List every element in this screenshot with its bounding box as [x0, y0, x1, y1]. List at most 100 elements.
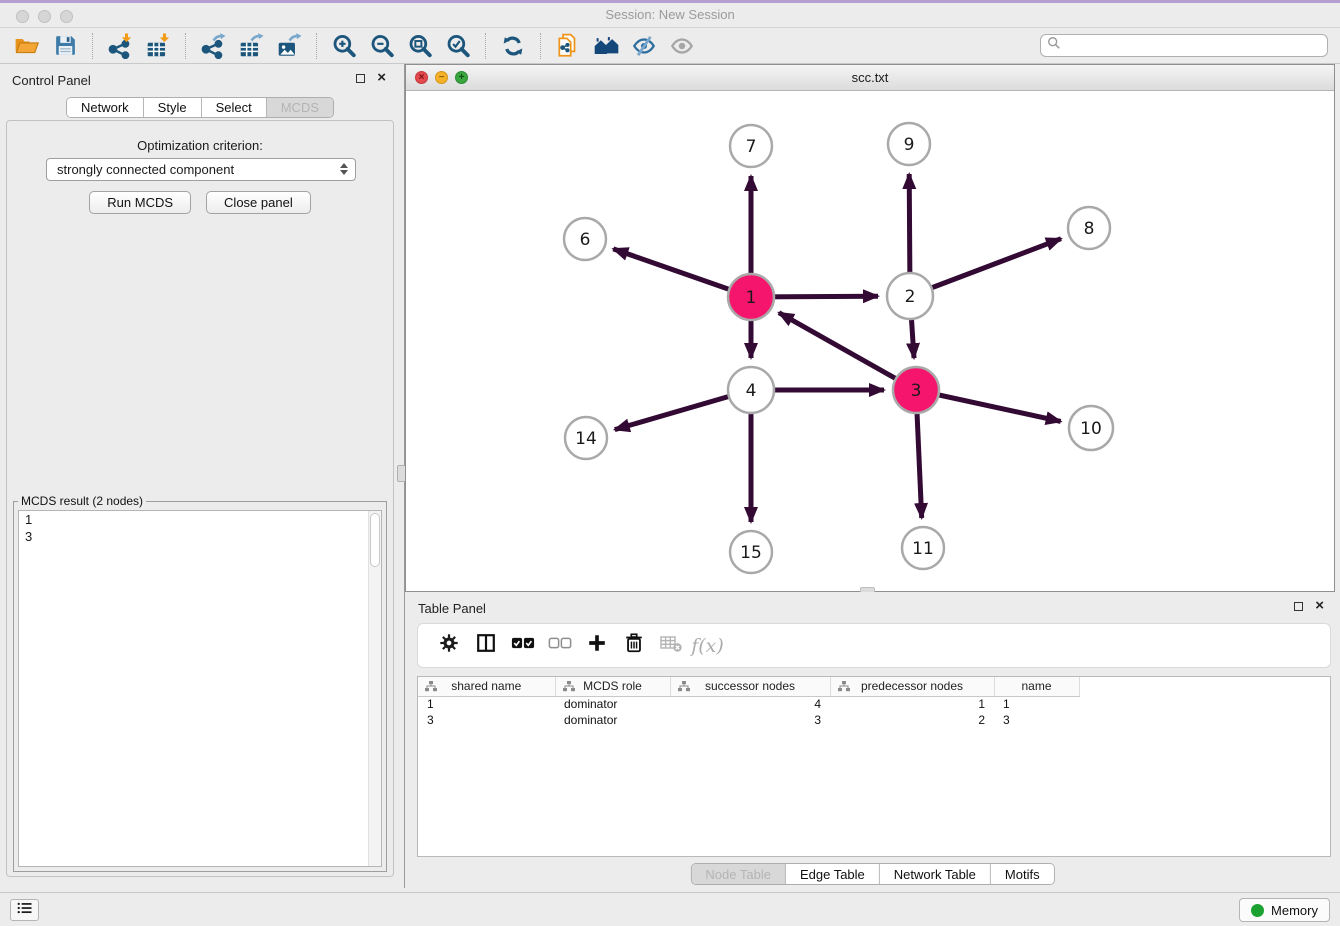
- export-table-button[interactable]: [232, 31, 270, 61]
- task-history-button[interactable]: [10, 899, 39, 921]
- graph-node-label: 6: [580, 230, 591, 250]
- save-session-button[interactable]: [46, 31, 84, 61]
- node-table: shared nameMCDS rolesuccessor nodesprede…: [418, 677, 1080, 728]
- home-icon: [593, 32, 620, 59]
- tab-edge-table[interactable]: Edge Table: [786, 864, 880, 884]
- graph-node-label: 4: [746, 381, 757, 401]
- import-table-button[interactable]: [139, 31, 177, 61]
- network-window-titlebar[interactable]: × − + scc.txt: [406, 65, 1334, 91]
- mcds-result-title: MCDS result (2 nodes): [18, 494, 146, 508]
- table-cell: 1: [994, 696, 1079, 712]
- scrollbar[interactable]: [368, 511, 381, 866]
- network-graph: 1234678910111415: [406, 91, 1334, 591]
- mcds-result-item[interactable]: 1: [19, 511, 381, 528]
- memory-status-icon: [1251, 904, 1264, 917]
- mcds-result-item[interactable]: 3: [19, 528, 381, 545]
- table-toolbar: f(x): [417, 623, 1331, 668]
- home-button[interactable]: [587, 31, 625, 61]
- float-table-panel-icon[interactable]: [1294, 602, 1303, 611]
- import-table-icon: [145, 33, 171, 59]
- zoom-fit-icon: [407, 33, 433, 59]
- control-panel: Control Panel × NetworkStyleSelectMCDS O…: [0, 64, 400, 880]
- select-stepper-icon: [340, 163, 348, 175]
- criterion-select[interactable]: strongly connected component: [46, 158, 356, 181]
- import-network-icon: [107, 33, 133, 59]
- column-header-shared-name[interactable]: shared name: [418, 677, 555, 696]
- memory-label: Memory: [1271, 903, 1318, 918]
- search-field[interactable]: [1040, 34, 1328, 57]
- list-icon: [16, 901, 33, 920]
- status-bar: Memory: [0, 892, 1340, 926]
- table-cell: 1: [418, 696, 555, 712]
- node-table-container: shared nameMCDS rolesuccessor nodesprede…: [417, 676, 1331, 857]
- network-canvas[interactable]: 1234678910111415: [406, 91, 1334, 591]
- trash-icon: [623, 632, 645, 659]
- main-toolbar: [0, 28, 1340, 64]
- table-panel: Table Panel × f(x) shared nameMCDS roles…: [405, 592, 1340, 888]
- toolbar-separator: [316, 33, 317, 59]
- zoom-selected-icon: [445, 33, 471, 59]
- close-panel-icon[interactable]: ×: [377, 72, 386, 84]
- optimization-criterion-label: Optimization criterion:: [7, 138, 393, 153]
- table-cell: 3: [670, 712, 830, 728]
- zoom-selected-button[interactable]: [439, 31, 477, 61]
- export-image-button[interactable]: [270, 31, 308, 61]
- search-icon: [1047, 36, 1061, 55]
- memory-button[interactable]: Memory: [1239, 898, 1330, 922]
- table-row[interactable]: 3dominator323: [418, 712, 1079, 728]
- column-header-successor-nodes[interactable]: successor nodes: [670, 677, 830, 696]
- tab-node-table[interactable]: Node Table: [691, 864, 786, 884]
- mcds-tab-content: Optimization criterion: strongly connect…: [6, 120, 394, 877]
- delete-table-button[interactable]: [652, 630, 689, 662]
- run-mcds-button[interactable]: Run MCDS: [89, 191, 191, 214]
- delete-table-icon: [659, 632, 683, 659]
- column-header-name[interactable]: name: [994, 677, 1079, 696]
- export-network-button[interactable]: [194, 31, 232, 61]
- tab-select[interactable]: Select: [202, 98, 267, 117]
- zoom-out-icon: [369, 33, 395, 59]
- add-column-button[interactable]: [578, 630, 615, 662]
- zoom-fit-button[interactable]: [401, 31, 439, 61]
- zoom-in-button[interactable]: [325, 31, 363, 61]
- float-panel-icon[interactable]: [356, 74, 365, 83]
- deselect-all-button[interactable]: [541, 630, 578, 662]
- toolbar-separator: [185, 33, 186, 59]
- table-mode-button[interactable]: [467, 630, 504, 662]
- refresh-layout-button[interactable]: [494, 31, 532, 61]
- show-panel-button[interactable]: [663, 31, 701, 61]
- tab-style[interactable]: Style: [144, 98, 202, 117]
- tab-network-table[interactable]: Network Table: [880, 864, 991, 884]
- table-settings-button[interactable]: [430, 630, 467, 662]
- column-header-predecessor-nodes[interactable]: predecessor nodes: [830, 677, 994, 696]
- tab-motifs[interactable]: Motifs: [991, 864, 1054, 884]
- application-window: Session: New Session Control Panel: [0, 0, 1340, 926]
- mcds-result-list: 13: [18, 510, 382, 867]
- import-network-button[interactable]: [101, 31, 139, 61]
- search-input[interactable]: [1061, 38, 1321, 53]
- close-panel-button[interactable]: Close panel: [206, 191, 311, 214]
- column-header-MCDS-role[interactable]: MCDS role: [555, 677, 670, 696]
- session-title: Session: New Session: [0, 7, 1340, 22]
- function-builder-button[interactable]: f(x): [689, 630, 726, 662]
- split-view-icon: [475, 632, 497, 659]
- open-session-button[interactable]: [8, 31, 46, 61]
- network-document-button[interactable]: [549, 31, 587, 61]
- delete-selected-button[interactable]: [615, 630, 652, 662]
- hide-panel-button[interactable]: [625, 31, 663, 61]
- control-panel-title: Control Panel: [12, 73, 91, 88]
- close-table-panel-icon[interactable]: ×: [1315, 600, 1324, 612]
- tab-network[interactable]: Network: [67, 98, 144, 117]
- zoom-out-button[interactable]: [363, 31, 401, 61]
- table-cell: dominator: [555, 712, 670, 728]
- function-icon: f(x): [691, 635, 724, 657]
- toolbar-separator: [92, 33, 93, 59]
- network-document-icon: [555, 33, 581, 59]
- graph-node-label: 8: [1084, 219, 1095, 239]
- export-table-icon: [238, 33, 264, 59]
- graph-node-label: 10: [1080, 419, 1102, 439]
- export-image-icon: [276, 33, 302, 59]
- table-row[interactable]: 1dominator411: [418, 696, 1079, 712]
- tab-mcds[interactable]: MCDS: [267, 98, 333, 117]
- select-all-button[interactable]: [504, 630, 541, 662]
- graph-node-label: 3: [911, 381, 922, 401]
